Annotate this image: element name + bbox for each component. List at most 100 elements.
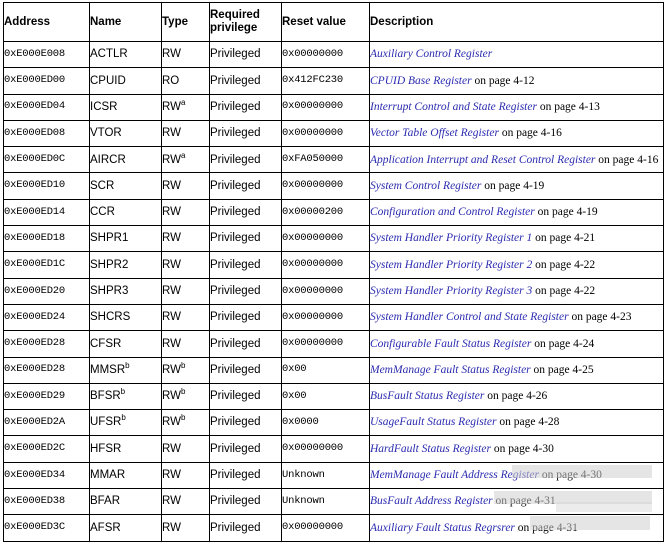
cell-address-text: 0xE000ED00: [4, 74, 66, 87]
cell-address-text: 0xE000ED04: [4, 100, 66, 113]
cell-address: 0xE000ED20: [3, 277, 90, 305]
cell-reset-value-text: 0x00000000: [282, 337, 344, 350]
cell-name: MMAR: [89, 461, 162, 490]
description-link[interactable]: HardFault Status Register: [370, 443, 491, 455]
cell-reset-value: 0x412FC230: [281, 67, 370, 95]
cell-privilege: Privileged: [209, 356, 282, 384]
cell-name-text: SHPR3: [90, 285, 129, 297]
cell-description: MemManage Fault Status Register on page …: [369, 356, 664, 384]
table-row: 0xE000ED28 CFSR RW Privileged 0x00000000 Conf…: [3, 330, 664, 358]
description-page-reference: on page 4-23: [568, 311, 632, 324]
description-link[interactable]: System Handler Priority Register 2: [370, 259, 532, 271]
cell-type: RW: [161, 488, 210, 516]
table-row: 0xE000ED2C HFSR RW Privileged 0x00000000 Hard…: [3, 435, 664, 463]
description-page-reference: on page 4-21: [532, 232, 596, 245]
description-link[interactable]: Auxiliary Control Register: [370, 48, 492, 60]
cell-name: HFSR: [89, 435, 162, 463]
cell-name: SHPR1: [89, 225, 162, 253]
description-link[interactable]: BusFault Status Register: [370, 390, 484, 402]
description-link[interactable]: MemManage Fault Address Register: [370, 469, 539, 481]
cell-address: 0xE000ED38: [3, 488, 90, 516]
cell-type-text: RW: [162, 442, 181, 455]
cell-name: SCR: [89, 172, 162, 200]
column-header-name: Name: [89, 2, 162, 42]
cell-address: 0xE000ED28: [3, 330, 90, 358]
cell-description: BusFault Status Register on page 4-26: [369, 382, 664, 411]
cell-privilege: Privileged: [209, 67, 282, 95]
column-header-reset-value: Reset value: [281, 2, 370, 42]
description-link[interactable]: System Handler Priority Register 1: [370, 232, 532, 244]
cell-name-text: SCR: [90, 179, 115, 192]
cell-type: RWa: [161, 93, 210, 121]
cell-type: RW: [161, 198, 210, 227]
cell-privilege-text: Privileged: [210, 337, 261, 350]
cell-address-text: 0xE000ED2C: [4, 442, 66, 455]
cell-type: RW: [161, 330, 210, 358]
description-link[interactable]: UsageFault Status Register: [370, 416, 497, 428]
cell-reset-value: 0x0000: [281, 409, 370, 437]
register-summary-table: Address Name Type Required privilege Res…: [3, 2, 664, 542]
table-header-row: Address Name Type Required privilege Res…: [3, 2, 664, 42]
description-link[interactable]: MemManage Fault Status Register: [370, 364, 531, 376]
table-row: 0xE000ED38 BFAR RW Privileged Unknown BusFaul…: [3, 488, 664, 516]
cell-description: Vector Table Offset Register on page 4-1…: [369, 119, 664, 148]
cell-name-text: SHPR2: [90, 258, 129, 271]
table-row: 0xE000ED10 SCR RW Privileged 0x00000000 Syste…: [3, 172, 664, 200]
cell-address-text: 0xE000ED29: [4, 389, 66, 402]
cell-address-text: 0xE000ED1C: [4, 258, 66, 271]
cell-description: CPUID Base Register on page 4-12: [369, 67, 664, 95]
cell-name: UFSRb: [89, 409, 162, 437]
cell-type: RW: [161, 119, 210, 148]
cell-description: System Handler Control and State Registe…: [369, 303, 664, 332]
cell-type: RW: [161, 461, 210, 490]
cell-reset-value: 0x00000000: [281, 93, 370, 121]
cell-type: RW: [161, 303, 210, 332]
description-link[interactable]: System Control Register: [370, 180, 481, 192]
cell-reset-value: 0x00000000: [281, 251, 370, 279]
cell-name-text: VTOR: [90, 127, 122, 140]
description-link[interactable]: System Handler Control and State Registe…: [370, 311, 569, 323]
cell-description: System Handler Priority Register 2 on pa…: [369, 251, 664, 279]
cell-name-text: ACTLR: [90, 48, 128, 61]
description-link[interactable]: BusFault Address Register: [370, 495, 493, 507]
cell-description: Interrupt Control and State Register on …: [369, 93, 664, 121]
cell-address: 0xE000ED2C: [3, 435, 90, 463]
description-link[interactable]: Vector Table Offset Register: [370, 127, 499, 139]
cell-description: MemManage Fault Address Register on page…: [369, 461, 664, 490]
table-row: 0xE000ED34 MMAR RW Privileged Unknown MemMana…: [3, 461, 664, 490]
cell-name-text: MMAR: [90, 469, 126, 482]
cell-reset-value-text: 0x00000200: [282, 205, 344, 218]
cell-reset-value-text: 0x00000000: [282, 100, 344, 113]
cell-description: Application Interrupt and Reset Control …: [369, 146, 664, 174]
cell-address-text: 0xE000ED3C: [4, 521, 66, 534]
description-page-reference: on page 4-24: [531, 337, 595, 350]
cell-privilege: Privileged: [209, 40, 282, 69]
description-link[interactable]: Configurable Fault Status Register: [370, 338, 531, 350]
cell-privilege-text: Privileged: [210, 206, 261, 219]
cell-reset-value: Unknown: [281, 488, 370, 516]
cell-privilege-text: Privileged: [210, 495, 261, 508]
description-link[interactable]: Configuration and Control Register: [370, 206, 535, 218]
description-link[interactable]: Application Interrupt and Reset Control …: [370, 154, 595, 166]
cell-type-text: RW: [162, 363, 181, 376]
cell-privilege: Privileged: [209, 330, 282, 358]
cell-description: Configurable Fault Status Register on pa…: [369, 330, 664, 358]
description-link[interactable]: CPUID Base Register: [370, 75, 472, 87]
cell-type-text: RW: [162, 495, 181, 508]
cell-type-text: RW: [162, 285, 181, 297]
description-link[interactable]: Interrupt Control and State Register: [370, 101, 537, 113]
cell-reset-value-text: 0x00000000: [282, 521, 344, 534]
cell-type-text: RW: [162, 127, 181, 140]
cell-privilege-text: Privileged: [210, 74, 261, 87]
cell-name-text: BFAR: [90, 495, 121, 508]
cell-type-text: RW: [162, 416, 181, 429]
cell-type: RW: [161, 251, 210, 279]
description-link[interactable]: System Handler Priority Register 3: [370, 285, 532, 297]
cell-name: CPUID: [89, 67, 162, 95]
cell-address: 0xE000E008: [3, 40, 90, 69]
cell-privilege: Privileged: [209, 303, 282, 332]
description-page-reference: on page 4-30: [490, 442, 554, 455]
description-link[interactable]: Auxiliary Fault Status Regrsrer: [370, 522, 515, 534]
cell-type: RW: [161, 225, 210, 253]
cell-address-text: 0xE000ED28: [4, 363, 66, 376]
